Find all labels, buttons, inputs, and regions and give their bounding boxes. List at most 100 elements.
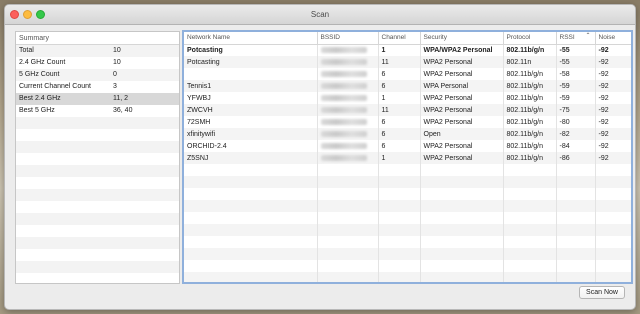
security-cell: WPA2 Personal (420, 56, 504, 68)
summary-empty-row (16, 165, 179, 177)
table-row[interactable]: xfinitywifi 6 Open 802.11b/g/n -82 -92 (184, 128, 631, 140)
empty-cell (595, 272, 631, 282)
empty-cell (184, 272, 318, 282)
column-header-label: BSSID (320, 34, 341, 42)
summary-empty-row (16, 261, 179, 273)
redacted-bssid (320, 142, 367, 149)
summary-empty-row (16, 273, 179, 283)
empty-cell (378, 200, 421, 212)
table-row[interactable]: ZWCVH 11 WPA2 Personal 802.11b/g/n -75 -92 (184, 104, 631, 116)
summary-row[interactable]: Best 5 GHz 36, 40 (16, 105, 179, 117)
empty-table-row (184, 272, 631, 282)
summary-value: 11, 2 (113, 95, 129, 102)
empty-cell (317, 188, 379, 200)
column-header[interactable]: Network Name (184, 32, 318, 45)
table-row[interactable]: 72SMH 6 WPA2 Personal 802.11b/g/n -80 -92 (184, 116, 631, 128)
table-body: Potcasting 1 WPA/WPA2 Personal 802.11b/g/n -… (184, 44, 631, 282)
network-cell: Z5SNJ (184, 152, 318, 164)
summary-empty-row (16, 225, 179, 237)
column-header[interactable]: Protocol (503, 32, 557, 45)
channel-cell: 6 (378, 68, 421, 80)
empty-cell (595, 236, 631, 248)
network-cell: Potcasting (184, 44, 318, 56)
empty-table-row (184, 164, 631, 176)
summary-list: Total 10 2.4 GHz Count 10 5 GHz Count 0 Curren… (16, 45, 179, 283)
summary-empty-row (16, 237, 179, 249)
table-row[interactable]: 6 WPA2 Personal 802.11b/g/n -58 -92 (184, 68, 631, 80)
empty-cell (595, 248, 631, 260)
redacted-bssid (320, 58, 367, 65)
empty-cell (503, 164, 557, 176)
channel-cell: 1 (378, 92, 421, 104)
empty-cell (184, 236, 318, 248)
empty-cell (317, 236, 379, 248)
empty-cell (317, 260, 379, 272)
empty-cell (556, 176, 596, 188)
summary-row[interactable]: 5 GHz Count 0 (16, 69, 179, 81)
security-cell: WPA2 Personal (420, 116, 504, 128)
rssi-cell: -80 (556, 116, 596, 128)
column-header[interactable]: BSSID (317, 32, 379, 45)
protocol-cell: 802.11b/g/n (503, 80, 557, 92)
empty-cell (420, 176, 504, 188)
bssid-cell (317, 56, 379, 68)
summary-value: 0 (113, 71, 117, 78)
noise-cell: -92 (595, 152, 631, 164)
table-row[interactable]: Potcasting 1 WPA/WPA2 Personal 802.11b/g/n -… (184, 44, 631, 56)
scan-now-button[interactable]: Scan Now (579, 286, 625, 299)
empty-cell (378, 212, 421, 224)
table-row[interactable]: Z5SNJ 1 WPA2 Personal 802.11b/g/n -86 -92 (184, 152, 631, 164)
protocol-cell: 802.11b/g/n (503, 128, 557, 140)
redacted-bssid (320, 106, 367, 113)
summary-row[interactable]: Total 10 (16, 45, 179, 57)
empty-table-row (184, 200, 631, 212)
empty-cell (503, 188, 557, 200)
column-header[interactable]: RSSI ⌃ (556, 32, 596, 45)
channel-cell: 1 (378, 44, 421, 56)
empty-cell (503, 272, 557, 282)
protocol-cell: 802.11b/g/n (503, 152, 557, 164)
summary-row[interactable]: Best 2.4 GHz 11, 2 (16, 93, 179, 105)
table-row[interactable]: Potcasting 11 WPA2 Personal 802.11n -55 -92 (184, 56, 631, 68)
summary-empty-row (16, 201, 179, 213)
network-cell: ORCHID-2.4 (184, 140, 318, 152)
channel-cell: 1 (378, 152, 421, 164)
noise-cell: -92 (595, 128, 631, 140)
empty-cell (595, 212, 631, 224)
bssid-cell (317, 104, 379, 116)
channel-cell: 6 (378, 116, 421, 128)
table-row[interactable]: Tennis1 6 WPA Personal 802.11b/g/n -59 -92 (184, 80, 631, 92)
networks-table[interactable]: Network Name BSSID Channel Security Protocol… (182, 30, 633, 284)
noise-cell: -92 (595, 68, 631, 80)
summary-label: Best 5 GHz (19, 107, 55, 114)
empty-cell (556, 236, 596, 248)
channel-cell: 6 (378, 140, 421, 152)
security-cell: WPA2 Personal (420, 92, 504, 104)
empty-cell (556, 188, 596, 200)
security-cell: WPA2 Personal (420, 152, 504, 164)
table-row[interactable]: YFWBJ 1 WPA2 Personal 802.11b/g/n -59 -92 (184, 92, 631, 104)
bssid-cell (317, 80, 379, 92)
redacted-bssid (320, 94, 367, 101)
protocol-cell: 802.11n (503, 56, 557, 68)
column-header-label: Protocol (506, 34, 531, 42)
rssi-cell: -75 (556, 104, 596, 116)
column-header[interactable]: Security (420, 32, 504, 45)
security-cell: WPA Personal (420, 80, 504, 92)
redacted-bssid (320, 154, 367, 161)
empty-cell (184, 224, 318, 236)
empty-cell (420, 212, 504, 224)
summary-row[interactable]: 2.4 GHz Count 10 (16, 57, 179, 69)
empty-cell (378, 236, 421, 248)
empty-cell (556, 260, 596, 272)
sort-ascending-icon: ⌃ (585, 33, 591, 39)
empty-cell (378, 188, 421, 200)
network-cell (184, 68, 318, 80)
empty-cell (503, 260, 557, 272)
column-header[interactable]: Noise (595, 32, 631, 45)
empty-cell (317, 224, 379, 236)
summary-row[interactable]: Current Channel Count 3 (16, 81, 179, 93)
column-header[interactable]: Channel (378, 32, 421, 45)
summary-empty-row (16, 141, 179, 153)
table-row[interactable]: ORCHID-2.4 6 WPA2 Personal 802.11b/g/n -84 -9… (184, 140, 631, 152)
